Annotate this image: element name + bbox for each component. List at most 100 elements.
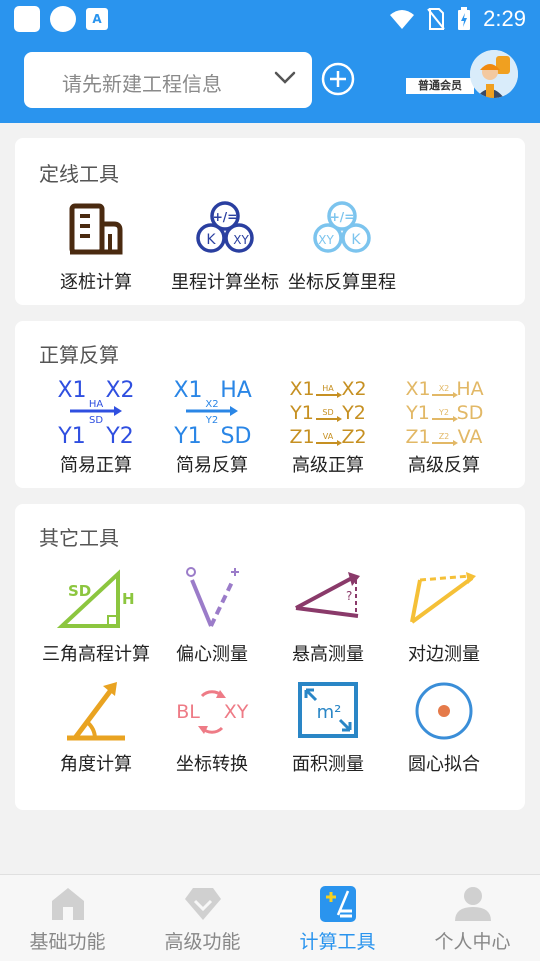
glyph-text: Z2: [341, 426, 366, 447]
tool-label: 高级反算: [408, 455, 480, 476]
bottom-tab-bar: 基础功能 高级功能 计算工具 个人中心: [0, 874, 540, 961]
missing-line-icon: [410, 572, 476, 624]
glyph-text: VA: [323, 432, 334, 441]
glyph-text: SD: [221, 424, 252, 447]
glyph-text: Y1: [173, 424, 201, 447]
calculator-icon: [319, 886, 356, 922]
tab-basic[interactable]: 基础功能: [0, 875, 135, 961]
glyph-text: XY: [224, 701, 249, 723]
section-title: 正算反算: [39, 343, 119, 367]
k-to-xy-icon: +/= K XY: [196, 201, 254, 253]
tab-label: 个人中心: [434, 931, 511, 953]
tool-suspended-height[interactable]: ? 悬高测量: [268, 566, 388, 666]
section-title: 定线工具: [39, 162, 119, 186]
glyph-text: ?: [346, 589, 352, 603]
svg-text:XY: XY: [233, 233, 249, 247]
tab-label: 基础功能: [29, 931, 106, 953]
notification-square-icon: [14, 6, 40, 32]
chevron-down-icon: [274, 71, 296, 84]
tool-label: 对边测量: [408, 644, 480, 665]
glyph-text: VA: [458, 426, 483, 447]
tab-calc-tools[interactable]: 计算工具: [270, 875, 405, 961]
tool-label: 逐桩计算: [60, 272, 132, 293]
suspended-height-icon: ?: [295, 572, 360, 618]
wifi-icon: [390, 10, 415, 29]
area-measure-icon: m²: [298, 682, 358, 738]
tool-triangle-height[interactable]: SD H 三角高程计算: [36, 566, 156, 666]
tool-coord-to-mileage[interactable]: +/= XY K 坐标反算里程: [282, 198, 402, 298]
svg-text:+/=: +/=: [330, 210, 355, 224]
add-project-button[interactable]: [321, 62, 355, 96]
glyph-text: X2: [205, 399, 218, 410]
glyph-text: SD: [322, 408, 333, 417]
tool-advanced-inverse[interactable]: X1 HA X2 Y1 SD Y2 Z1 VA Z2 高级反算: [384, 373, 504, 483]
svg-text:+/=: +/=: [213, 210, 238, 224]
glyph-text: X2: [105, 378, 134, 403]
circle-fit-icon: [415, 682, 473, 740]
tool-mileage-to-coord[interactable]: +/= K XY 里程计算坐标: [165, 198, 285, 298]
eccentric-measure-icon: [186, 567, 239, 627]
glyph-text: m²: [317, 702, 342, 723]
battery-charging-icon: [458, 7, 471, 30]
glyph-text: Y1: [289, 402, 314, 424]
glyph-text: X1: [57, 378, 86, 403]
tab-advanced[interactable]: 高级功能: [135, 875, 270, 961]
svg-text:XY: XY: [318, 233, 334, 247]
tool-label: 坐标反算里程: [288, 272, 396, 293]
xy-to-k-icon: +/= XY K: [313, 201, 371, 253]
tool-station-calc[interactable]: 逐桩计算: [36, 198, 156, 298]
home-icon: [51, 888, 84, 920]
glyph-text: X2: [341, 378, 366, 400]
svg-text:K: K: [351, 232, 361, 248]
tool-angle-calc[interactable]: 角度计算: [36, 678, 156, 778]
glyph-text: SD: [457, 402, 484, 424]
advanced-forward-icon: X1 X2 HA Y1 Y2 SD Z1 Z2 VA: [289, 378, 366, 447]
building-chart-icon: [69, 203, 123, 255]
section-title: 其它工具: [39, 526, 119, 550]
card-other-tools: 其它工具 SD H 三角高程计算 偏心测量 ? 悬高测量 对边测量 角度计算 B…: [15, 504, 525, 810]
no-sim-icon: [427, 8, 445, 30]
glyph-text: Y2: [105, 424, 133, 447]
project-select[interactable]: 请先新建工程信息: [24, 52, 312, 108]
card-alignment-tools: 定线工具 逐桩计算 +/= K XY 里程计算坐标 +/= XY K 坐标反算里…: [15, 138, 525, 305]
tab-label: 高级功能: [164, 931, 241, 953]
tab-personal[interactable]: 个人中心: [405, 875, 540, 961]
glyph-text: HA: [322, 384, 334, 393]
card-forward-inverse: 正算反算 X1 X2 HA SD Y1 Y2 简易正算 X1 HA X2 Y2 …: [15, 321, 525, 488]
tab-label: 计算工具: [299, 931, 376, 953]
glyph-text: SD: [89, 415, 103, 426]
tool-simple-forward[interactable]: X1 X2 HA SD Y1 Y2 简易正算: [36, 373, 156, 483]
person-icon: [454, 887, 491, 921]
member-badge: 普通会员: [406, 78, 474, 94]
advanced-inverse-icon: X1 HA X2 Y1 SD Y2 Z1 VA Z2: [405, 378, 484, 447]
svg-text:K: K: [206, 232, 216, 248]
glyph-text: Y2: [341, 402, 366, 424]
tool-eccentric[interactable]: 偏心测量: [152, 566, 272, 666]
glyph-text: Z1: [405, 426, 430, 447]
status-time: 2:29: [483, 6, 526, 31]
tool-missing-line[interactable]: 对边测量: [384, 566, 504, 666]
tool-area-measure[interactable]: m² 面积测量: [268, 678, 388, 778]
simple-forward-icon: X1 X2 HA SD Y1 Y2: [57, 378, 134, 447]
tool-simple-inverse[interactable]: X1 HA X2 Y2 Y1 SD 简易反算: [152, 373, 272, 483]
app-notification-icon: A: [86, 8, 108, 30]
glyph-text: X1: [289, 378, 314, 400]
tool-circle-fit[interactable]: 圆心拟合: [384, 678, 504, 778]
tool-advanced-forward[interactable]: X1 X2 HA Y1 Y2 SD Z1 Z2 VA 高级正算: [268, 373, 388, 483]
glyph-text: HA: [456, 378, 483, 400]
diamond-icon: [184, 888, 221, 920]
tool-coord-convert[interactable]: BL XY 坐标转换: [152, 678, 272, 778]
angle-calc-icon: [67, 682, 125, 741]
project-select-placeholder: 请先新建工程信息: [62, 72, 222, 96]
glyph-text: Z1: [289, 426, 314, 447]
glyph-text: Y2: [438, 408, 449, 417]
avatar: [470, 50, 518, 98]
status-bar: A 2:29: [0, 0, 540, 38]
glyph-text: Y1: [405, 402, 430, 424]
glyph-text: X1: [405, 378, 430, 400]
glyph-text: BL: [176, 701, 200, 723]
glyph-text: Y2: [205, 415, 218, 426]
notification-circle-icon: [50, 6, 76, 32]
member-profile[interactable]: 普通会员: [404, 50, 522, 98]
glyph-text: H: [122, 590, 135, 608]
